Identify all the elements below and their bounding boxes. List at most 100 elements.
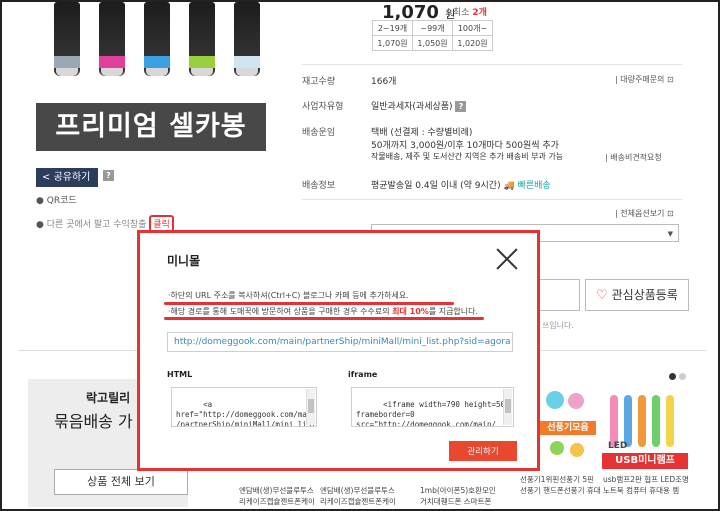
page-frame: 프리미엄 셀카봉 < 공유하기 ? ● QR코드 ● 다른 곳에서 팔고 수익창…: [0, 0, 720, 511]
partner-earn-label: 다른 곳에서 팔고 수익창출: [46, 220, 147, 230]
scrollbar[interactable]: [306, 389, 315, 425]
link-icon: ⊡: [666, 75, 674, 84]
usb-strip-icon: [610, 395, 618, 447]
biz-type-value: 일반과세자(과세상품) ?: [371, 99, 467, 112]
stick-cap: [236, 68, 258, 76]
help-icon[interactable]: ?: [455, 101, 467, 112]
carousel-dot-active[interactable]: [669, 373, 676, 380]
selfie-stick-image: [144, 2, 170, 76]
stick-cap: [101, 68, 123, 76]
chevron-down-icon: ▼: [667, 230, 673, 238]
tier-price-cell: 1,050원: [412, 35, 453, 51]
product-caption[interactable]: 선풍기1위핀선풍기 5핀 선풍기 핸드폰선풍기 휴대: [520, 474, 601, 496]
stick-color-band: [189, 56, 215, 68]
bulk-inquiry-link[interactable]: | 대량주매문의 ⊡: [615, 74, 674, 85]
product-caption[interactable]: 엔담배(생)무선블루투스 리케이즈캡슐젠트폰케이: [320, 485, 396, 507]
shipping-info-label: 배송정보: [302, 181, 336, 191]
stick-cap: [56, 68, 78, 76]
product-caption[interactable]: 1mb(아이폰5)호환모인 거치대휀드폰 스마트폰: [420, 485, 496, 507]
qr-code-label: QR코드: [46, 196, 77, 206]
help-icon[interactable]: ?: [103, 170, 114, 181]
qr-code-link[interactable]: ● QR코드: [36, 193, 77, 206]
minimall-modal: 미니몰 ·하단의 URL 주소를 복사하셔(Ctrl+C) 블로그나 카페 등에…: [137, 230, 540, 471]
truck-icon: 🚚: [503, 181, 515, 191]
iframe-label: iframe: [348, 370, 378, 379]
share-button-label: 공유하기: [53, 172, 91, 183]
stick-color-band: [234, 56, 260, 68]
modal-title: 미니몰: [167, 254, 201, 268]
shipping-quote-label: 배송비견적요청: [610, 153, 662, 162]
minimall-url-input[interactable]: http://domeggook.com/main/partnerShip/mi…: [167, 332, 513, 352]
close-icon[interactable]: [495, 247, 519, 271]
highlight-underline: [164, 302, 454, 305]
selfie-stick-image: [189, 2, 215, 76]
stick-color-band: [54, 56, 80, 68]
usb-lamp-product-thumb[interactable]: LED USB미니램프: [602, 387, 688, 469]
shipping-info-text: 평균발송일 0.4일 이내 (약 9시간): [371, 181, 501, 191]
promo-line2: 묶음배송 가: [54, 412, 133, 431]
html-code-textarea[interactable]: <a href="http://domeggook.com/mai /partn…: [171, 387, 317, 427]
scrollbar-thumb[interactable]: [308, 399, 314, 413]
usb-strip-icon: [624, 395, 632, 447]
product-caption[interactable]: 엔담배(생)무선블루투스 리케이즈캡슐젠트폰케이: [239, 485, 315, 507]
product-image: [42, 2, 272, 82]
usb-lamp-label: USB미니램프: [602, 453, 688, 469]
biz-type-text: 일반과세자(과세상품): [371, 102, 453, 112]
selfie-stick-image: [54, 2, 80, 76]
scrollbar[interactable]: [503, 389, 512, 425]
bulk-inquiry-label: 대량주매문의: [620, 75, 665, 84]
product-banner: 프리미엄 셀카봉: [36, 103, 266, 151]
shipping-fee-line2: 50개까지 3,000원/이후 10개마다 500원씩 추가: [371, 141, 559, 151]
all-options-label: 전체옵션보기: [620, 209, 665, 218]
biz-type-label: 사업자유형: [302, 102, 344, 112]
manage-button[interactable]: 관리하기: [449, 441, 517, 461]
view-all-products-button[interactable]: 상품 전체 보기: [54, 469, 188, 495]
highlight-underline: [164, 317, 484, 320]
share-button[interactable]: < 공유하기: [36, 168, 98, 187]
shipping-info-value: 평균발송일 0.4일 이내 (약 9시간) 🚚 빠른배송: [371, 178, 551, 191]
stick-color-band: [99, 56, 125, 68]
link-icon: ⊡: [666, 209, 674, 218]
promo-line1: 락고릴리: [86, 391, 131, 405]
fan-icon: [568, 393, 584, 409]
stick-color-band: [144, 56, 170, 68]
stock-value: 166개: [371, 77, 397, 87]
fan-icon: [550, 441, 564, 455]
min-quantity: | 최소 2개: [447, 8, 487, 18]
fan-icon: [546, 391, 564, 409]
carousel-dot[interactable]: [679, 373, 686, 380]
min-quantity-label: 최소: [452, 8, 470, 18]
tier-price-cell: 1,070원: [372, 35, 413, 51]
all-options-link[interactable]: | 전체옵션보기 ⊡: [615, 208, 674, 219]
fan-collection-label: 선풍기모음: [540, 421, 596, 435]
fan-product-thumb[interactable]: 선풍기모음: [540, 387, 596, 469]
tier-price-table: 2~19개 ~99개 100개~ 1,070원 1,050원 1,020원: [372, 20, 493, 51]
shipping-fee-line3: 작물배송, 제주 및 도서산간 지역은 추가 배송비 부과 가능: [371, 152, 564, 161]
iframe-code-textarea[interactable]: <iframe width=790 height=500 frameborder…: [351, 387, 514, 427]
usb-strip-icon: [666, 395, 674, 447]
tier-range-cell: ~99개: [412, 20, 453, 36]
tier-range-row: 2~19개 ~99개 100개~: [372, 20, 493, 36]
usb-strip-icon: [652, 395, 660, 447]
tier-range-cell: 2~19개: [372, 20, 413, 36]
wishlist-button[interactable]: ♡ 관심상품등록: [585, 279, 689, 311]
carousel-dots: [669, 365, 689, 384]
stock-label: 재고수량: [302, 77, 336, 87]
bullet-icon: ●: [36, 196, 44, 206]
shipping-quote-link[interactable]: | 배송비견적요청: [605, 152, 662, 163]
selfie-stick-image: [99, 2, 125, 76]
product-caption[interactable]: usb램프2판 협프 LED조명 노트북 컴퓨터 휴대용 렘: [603, 474, 689, 496]
guide-line2-highlight: 최대 10%: [392, 307, 429, 316]
shipping-fee-label: 배송운임: [302, 128, 336, 138]
divider: [302, 199, 682, 200]
tier-range-cell: 100개~: [452, 20, 493, 36]
share-icon: <: [42, 172, 51, 183]
guide-line2: ·해당 경로를 통해 도매꾹에 방문하여 상품을 구매한 경우 수수료의 최대 …: [168, 306, 478, 317]
scrollbar-thumb[interactable]: [505, 399, 511, 413]
guide-line2-text: ·해당 경로를 통해 도매꾹에 방문하여 상품을 구매한 경우 수수료의: [168, 307, 393, 316]
divider: [302, 64, 682, 65]
shipping-fee-line1: 택배 (선결제 : 수량별비례): [371, 128, 473, 138]
bullet-icon: ●: [36, 220, 44, 230]
fast-shipping-badge: 빠른배송: [517, 181, 551, 191]
iframe-code-text: <iframe width=790 height=500 frameborder…: [356, 400, 510, 427]
